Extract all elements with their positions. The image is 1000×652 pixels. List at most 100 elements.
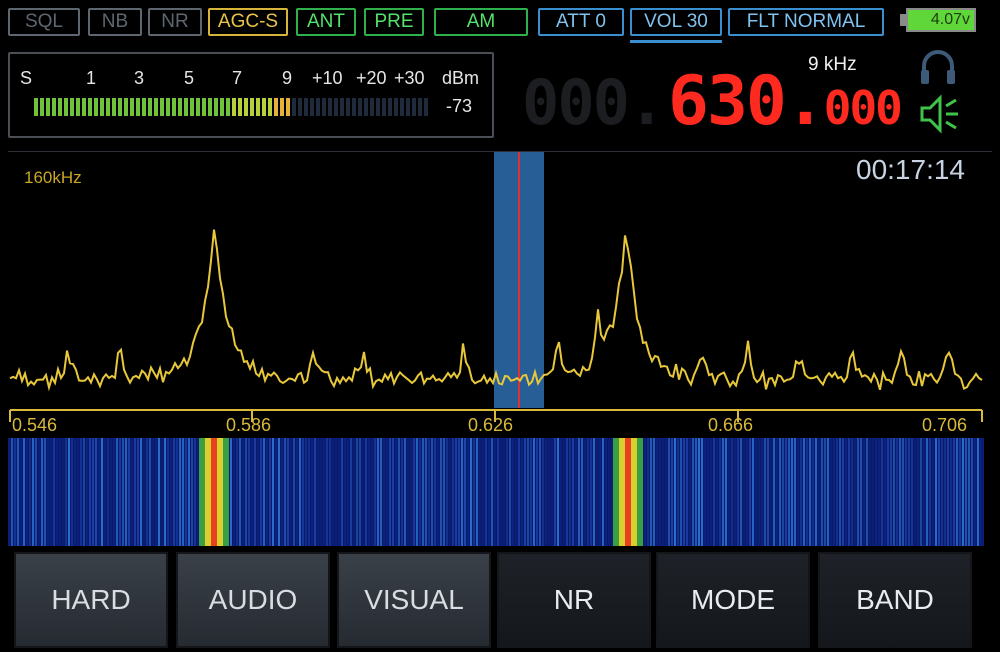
waterfall-streak <box>482 438 484 546</box>
waterfall-streak <box>527 438 529 546</box>
waterfall-streak <box>932 438 934 546</box>
waterfall-streak <box>794 438 796 546</box>
waterfall-streak <box>692 438 694 546</box>
visual-menu-button[interactable]: VISUAL <box>337 552 491 648</box>
headphones-icon[interactable] <box>918 46 958 86</box>
waterfall-streak <box>419 438 421 546</box>
waterfall-streak <box>764 438 766 546</box>
meter-segment <box>316 98 320 116</box>
att-button[interactable]: ATT 0 <box>538 8 624 36</box>
meter-segment <box>154 98 158 116</box>
frequency-display[interactable]: 630.000 <box>668 62 903 141</box>
waterfall-streak <box>935 438 937 546</box>
waterfall-streak <box>98 438 100 546</box>
meter-segment <box>148 98 152 116</box>
meter-segment <box>310 98 314 116</box>
waterfall-streak <box>488 438 490 546</box>
waterfall-streak <box>920 438 922 546</box>
waterfall-streak <box>287 438 289 546</box>
waterfall-streak <box>134 438 136 546</box>
meter-segment <box>112 98 116 116</box>
axis-label-1: 0.586 <box>226 415 272 435</box>
waterfall-streak <box>299 438 301 546</box>
waterfall-streak <box>137 438 139 546</box>
waterfall-streak <box>269 438 271 546</box>
waterfall-streak <box>590 438 592 546</box>
nr-menu-button[interactable]: NR <box>497 552 651 648</box>
waterfall-streak <box>125 438 127 546</box>
waterfall-streak <box>875 438 877 546</box>
tuning-step[interactable]: 9 kHz <box>808 54 857 76</box>
waterfall-streak <box>458 438 460 546</box>
waterfall-streak <box>20 438 22 546</box>
sql-button[interactable]: SQL <box>8 8 80 36</box>
mode-menu-button[interactable]: MODE <box>656 552 810 648</box>
waterfall-streak <box>326 438 328 546</box>
speaker-icon[interactable] <box>918 92 962 136</box>
meter-segment <box>334 98 338 116</box>
audio-menu-button[interactable]: AUDIO <box>176 552 330 648</box>
waterfall-streak <box>26 438 28 546</box>
frequency-leading-digits: 000. <box>522 66 665 139</box>
waterfall-streak <box>455 438 457 546</box>
waterfall-streak <box>584 438 586 546</box>
waterfall-streak <box>812 438 814 546</box>
hard-menu-button[interactable]: HARD <box>14 552 168 648</box>
waterfall-streak <box>479 438 481 546</box>
waterfall-streak <box>758 438 760 546</box>
waterfall-streak <box>347 438 349 546</box>
waterfall-streak <box>665 438 667 546</box>
waterfall-streak <box>449 438 451 546</box>
waterfall-streak <box>173 438 175 546</box>
waterfall-streak <box>782 438 784 546</box>
spectrum-plot[interactable] <box>8 152 984 408</box>
waterfall-display[interactable] <box>8 438 984 546</box>
waterfall-streak <box>680 438 682 546</box>
waterfall-streak <box>602 438 604 546</box>
waterfall-streak <box>425 438 427 546</box>
waterfall-streak <box>719 438 721 546</box>
nr-toggle-button[interactable]: NR <box>148 8 202 36</box>
ant-button[interactable]: ANT <box>296 8 356 36</box>
waterfall-streak <box>914 438 916 546</box>
waterfall-streak <box>428 438 430 546</box>
waterfall-streak <box>554 438 556 546</box>
waterfall-streak <box>656 438 658 546</box>
waterfall-streak <box>353 438 355 546</box>
nb-button[interactable]: NB <box>88 8 142 36</box>
meter-segment <box>358 98 362 116</box>
waterfall-streak <box>968 438 970 546</box>
scale-label-s: S <box>20 68 33 88</box>
waterfall-streak <box>512 438 514 546</box>
waterfall-streak <box>410 438 412 546</box>
waterfall-streak <box>239 438 241 546</box>
waterfall-streak <box>818 438 820 546</box>
mode-indicator[interactable]: AM <box>434 8 528 36</box>
waterfall-streak <box>860 438 862 546</box>
waterfall-streak <box>431 438 433 546</box>
filter-button[interactable]: FLT NORMAL <box>728 8 884 36</box>
waterfall-streak <box>749 438 751 546</box>
waterfall-carrier <box>223 438 229 546</box>
axis-label-0: 0.546 <box>12 415 58 435</box>
vol-button[interactable]: VOL 30 <box>630 8 722 36</box>
waterfall-streak <box>110 438 112 546</box>
waterfall-streak <box>290 438 292 546</box>
meter-segment <box>400 98 404 116</box>
waterfall-streak <box>404 438 406 546</box>
waterfall-streak <box>302 438 304 546</box>
waterfall-streak <box>335 438 337 546</box>
meter-segment <box>328 98 332 116</box>
waterfall-streak <box>50 438 52 546</box>
waterfall-streak <box>956 438 958 546</box>
waterfall-streak <box>92 438 94 546</box>
pre-button[interactable]: PRE <box>364 8 424 36</box>
meter-segment <box>250 98 254 116</box>
band-menu-button[interactable]: BAND <box>818 552 972 648</box>
waterfall-carrier <box>205 438 211 546</box>
meter-segment <box>274 98 278 116</box>
agc-button[interactable]: AGC-S <box>208 8 288 36</box>
waterfall-streak <box>944 438 946 546</box>
waterfall-streak <box>11 438 13 546</box>
scale-label-plus10: +10 <box>312 68 343 88</box>
